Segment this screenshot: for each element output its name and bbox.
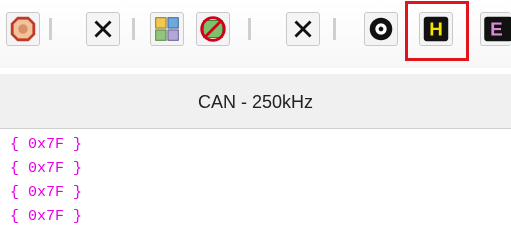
record-button[interactable] <box>364 12 398 46</box>
stop-button[interactable] <box>6 12 40 46</box>
log-line: { 0x7F } <box>10 208 83 225</box>
record-icon <box>369 17 393 41</box>
network-icon <box>155 17 179 41</box>
close-icon <box>94 20 112 38</box>
clear-log-button[interactable] <box>286 12 320 46</box>
no-connect-icon <box>200 16 226 42</box>
stop-hand-icon <box>10 16 36 42</box>
toolbar-separator <box>132 18 135 40</box>
svg-text:E: E <box>490 19 503 40</box>
toolbar-separator <box>333 18 336 40</box>
toolbar-separator <box>248 18 251 40</box>
clear-button[interactable] <box>86 12 120 46</box>
connect-button[interactable] <box>150 12 184 46</box>
ascii-mode-button[interactable]: E <box>480 12 511 46</box>
highlight-frame <box>405 1 469 61</box>
log-line: { 0x7F } <box>10 184 83 201</box>
toolbar-separator <box>49 18 52 40</box>
toolbar: H E <box>0 0 511 68</box>
log-line: { 0x7F } <box>10 160 83 177</box>
disconnect-button[interactable] <box>196 12 230 46</box>
log-line: { 0x7F } <box>10 136 83 153</box>
message-log: { 0x7F } { 0x7F } { 0x7F } { 0x7F } <box>10 133 500 229</box>
close-icon <box>294 20 312 38</box>
mode-e-icon: E <box>484 16 511 42</box>
connection-title: CAN - 250kHz <box>197 92 314 112</box>
connection-header: CAN - 250kHz <box>0 74 511 129</box>
